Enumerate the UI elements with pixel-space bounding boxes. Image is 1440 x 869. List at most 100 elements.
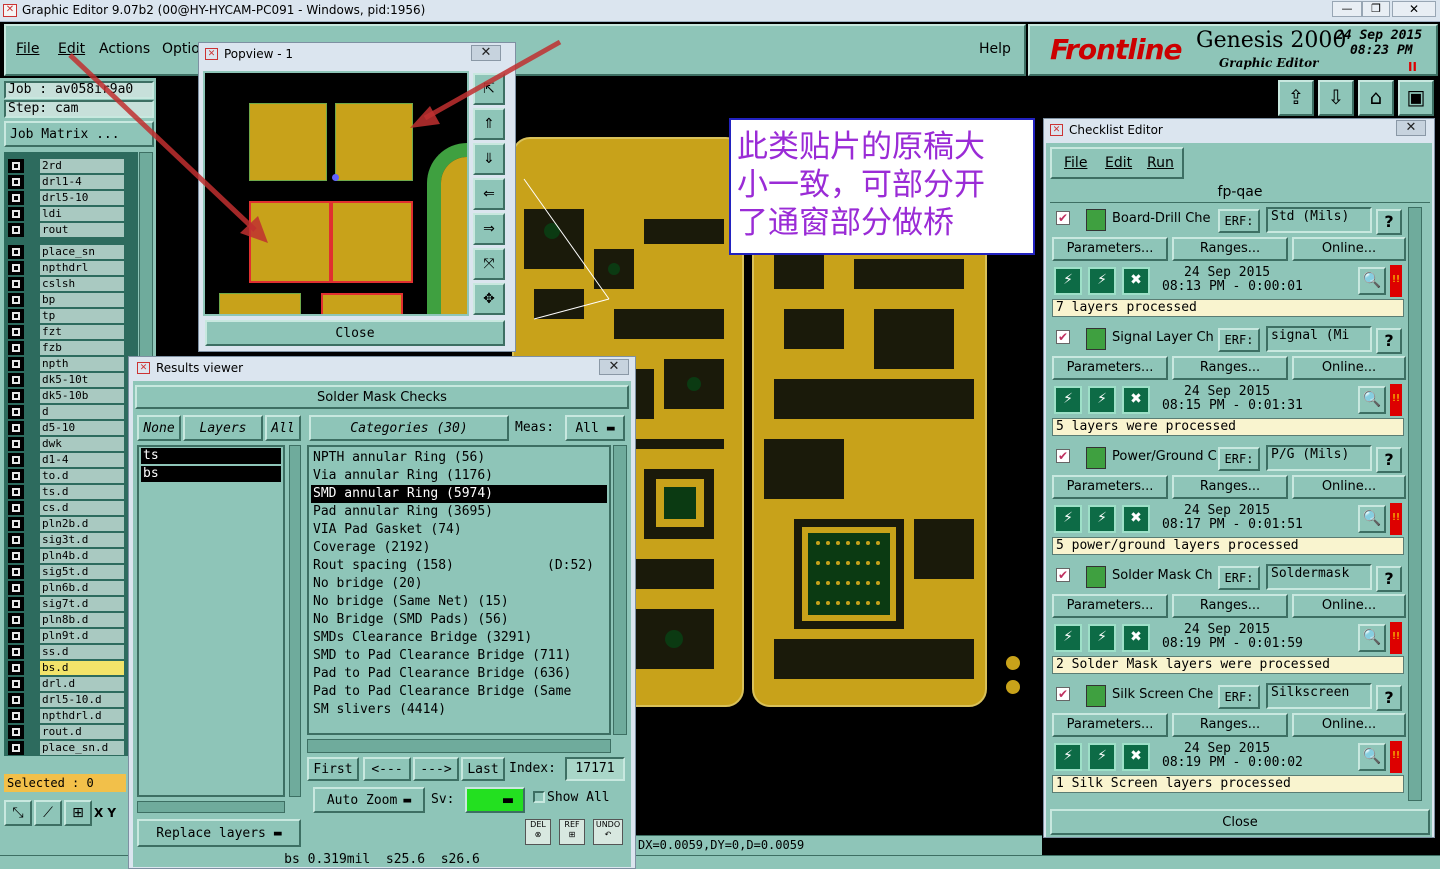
layer-row[interactable]: tp	[8, 308, 124, 323]
measure-icon[interactable]: ⟋	[34, 800, 62, 826]
layer-checkbox[interactable]	[8, 340, 24, 355]
undo-icon[interactable]: UNDO ↶	[593, 819, 623, 845]
layer-checkbox[interactable]	[8, 708, 24, 723]
layer-checkbox[interactable]	[8, 190, 24, 205]
minimize-button[interactable]: —	[1332, 1, 1362, 17]
auto-zoom-dropdown[interactable]: Auto Zoom ▬	[313, 787, 425, 813]
online-button[interactable]: Online...	[1292, 356, 1406, 380]
check-help-button[interactable]: ?	[1376, 447, 1402, 473]
menu-edit[interactable]: Edit	[58, 41, 85, 57]
first-button[interactable]: First	[307, 757, 359, 781]
category-item[interactable]: No bridge (20)	[311, 575, 607, 593]
layer-checkbox[interactable]	[8, 324, 24, 339]
category-item[interactable]: SMDs Clearance Bridge (3291)	[311, 629, 607, 647]
layers-all-button[interactable]: All	[265, 415, 301, 441]
layer-checkbox[interactable]	[8, 260, 24, 275]
popview-tool-icon[interactable]: ⇒	[473, 213, 505, 245]
meas-dropdown[interactable]: All ▬	[565, 415, 625, 441]
category-item[interactable]: No Bridge (SMD Pads) (56)	[311, 611, 607, 629]
zoom-result-icon[interactable]: 🔍	[1358, 386, 1386, 414]
results-layer-item[interactable]: ts	[141, 448, 281, 464]
layer-row[interactable]: cslsh	[8, 276, 124, 291]
layer-checkbox[interactable]	[8, 612, 24, 627]
layer-row[interactable]: place_sn.d	[8, 740, 124, 755]
popview-tool-icon[interactable]: ✥	[473, 283, 505, 315]
results-layer-scrollbar[interactable]	[289, 445, 301, 797]
layer-row[interactable]: rout.d	[8, 724, 124, 739]
checklist-menu-run[interactable]: Run	[1147, 155, 1174, 171]
check-enable-checkbox[interactable]: ✔	[1056, 449, 1070, 463]
layer-row[interactable]: pln9t.d	[8, 628, 124, 643]
layer-checkbox[interactable]	[8, 222, 24, 237]
layer-checkbox[interactable]	[8, 420, 24, 435]
run-all-icon[interactable]: ⚡	[1088, 624, 1116, 652]
close-window-button[interactable]: ✕	[1392, 1, 1436, 17]
layer-row[interactable]: 2rd	[8, 158, 124, 173]
layer-row[interactable]: bs.d	[8, 660, 124, 675]
download-icon[interactable]: ⇩	[1318, 80, 1354, 116]
online-button[interactable]: Online...	[1292, 713, 1406, 737]
layer-row[interactable]: fzb	[8, 340, 124, 355]
run-all-icon[interactable]: ⚡	[1088, 267, 1116, 295]
layer-checkbox[interactable]	[8, 660, 24, 675]
category-item[interactable]: SMD to Pad Clearance Bridge (711)	[311, 647, 607, 665]
menu-actions[interactable]: Actions	[99, 41, 150, 57]
check-enable-checkbox[interactable]: ✔	[1056, 330, 1070, 344]
erf-button[interactable]: ERF:	[1218, 566, 1260, 590]
online-button[interactable]: Online...	[1292, 475, 1406, 499]
layer-checkbox[interactable]	[8, 308, 24, 323]
layer-row[interactable]: to.d	[8, 468, 124, 483]
popview-close-button[interactable]: Close	[205, 320, 505, 346]
layer-checkbox[interactable]	[8, 158, 24, 173]
category-item[interactable]: Pad to Pad Clearance Bridge (636)	[311, 665, 607, 683]
stop-icon[interactable]: ✖	[1122, 624, 1150, 652]
layer-row[interactable]: cs.d	[8, 500, 124, 515]
layer-checkbox[interactable]	[8, 628, 24, 643]
zoom-result-icon[interactable]: 🔍	[1358, 267, 1386, 295]
ranges-button[interactable]: Ranges...	[1172, 713, 1288, 737]
layer-row[interactable]: pln2b.d	[8, 516, 124, 531]
check-help-button[interactable]: ?	[1376, 209, 1402, 235]
layer-checkbox[interactable]	[8, 484, 24, 499]
upload-icon[interactable]: ⇪	[1278, 80, 1314, 116]
layer-checkbox[interactable]	[8, 276, 24, 291]
popview-tool-icon[interactable]: ⇑	[473, 108, 505, 140]
category-item[interactable]: Via annular Ring (1176)	[311, 467, 607, 485]
layer-row[interactable]: bp	[8, 292, 124, 307]
ranges-button[interactable]: Ranges...	[1172, 356, 1288, 380]
category-item[interactable]: VIA Pad Gasket (74)	[311, 521, 607, 539]
layer-row[interactable]: drl.d	[8, 676, 124, 691]
check-help-button[interactable]: ?	[1376, 566, 1402, 592]
layer-row[interactable]: d5-10	[8, 420, 124, 435]
popview-tool-icon[interactable]: ⇓	[473, 143, 505, 175]
checklist-menu-file[interactable]: File	[1064, 155, 1087, 171]
run-all-icon[interactable]: ⚡	[1088, 505, 1116, 533]
layer-checkbox[interactable]	[8, 516, 24, 531]
sv-color-dropdown[interactable]: ▬	[465, 787, 525, 813]
checklist-close-x[interactable]: ✕	[1396, 120, 1426, 136]
parameters-button[interactable]: Parameters...	[1052, 356, 1168, 380]
results-layer-item[interactable]: bs	[141, 466, 281, 482]
layer-row[interactable]: npthdrl	[8, 260, 124, 275]
layer-row[interactable]: sig5t.d	[8, 564, 124, 579]
menu-file[interactable]: File	[16, 41, 39, 57]
ranges-button[interactable]: Ranges...	[1172, 475, 1288, 499]
last-button[interactable]: Last	[461, 757, 505, 781]
layer-row[interactable]: place_sn	[8, 244, 124, 259]
run-icon[interactable]: ⚡	[1054, 267, 1082, 295]
grid-icon[interactable]: ⊞	[64, 800, 92, 826]
layer-row[interactable]: sig7t.d	[8, 596, 124, 611]
layer-row[interactable]: drl1-4	[8, 174, 124, 189]
category-item[interactable]: Pad to Pad Clearance Bridge (Same	[311, 683, 607, 701]
zoom-result-icon[interactable]: 🔍	[1358, 505, 1386, 533]
stop-icon[interactable]: ✖	[1122, 505, 1150, 533]
layer-checkbox[interactable]	[8, 174, 24, 189]
stop-icon[interactable]: ✖	[1122, 267, 1150, 295]
layer-checkbox[interactable]	[8, 468, 24, 483]
next-button[interactable]: --->	[413, 757, 459, 781]
ranges-button[interactable]: Ranges...	[1172, 237, 1288, 261]
layer-row[interactable]: ldi	[8, 206, 124, 221]
popview-tool-icon[interactable]: ⤧	[473, 248, 505, 280]
results-layer-hscrollbar[interactable]	[137, 801, 285, 813]
layer-checkbox[interactable]	[8, 292, 24, 307]
